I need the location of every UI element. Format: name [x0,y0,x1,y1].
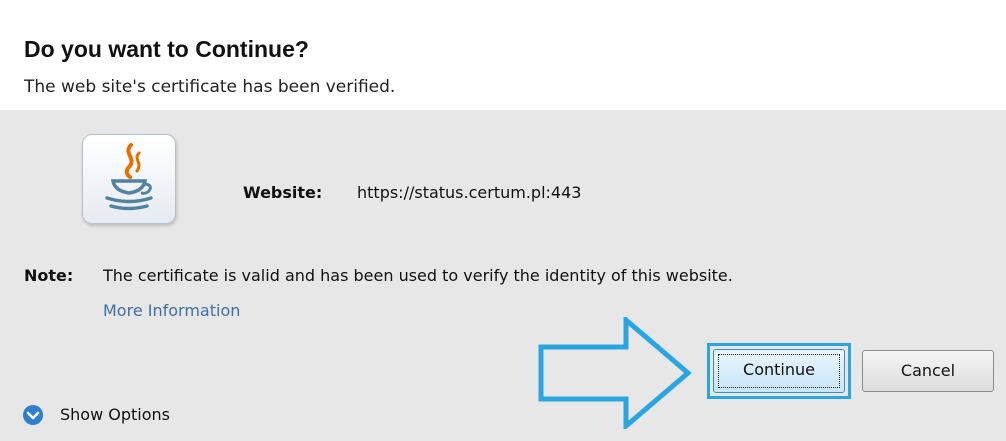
more-information-link[interactable]: More Information [103,301,240,320]
website-url: https://status.certum.pl:443 [357,183,582,202]
cancel-button[interactable]: Cancel [862,350,994,392]
dialog-title: Do you want to Continue? [24,36,309,62]
continue-button[interactable]: Continue [713,349,845,393]
dialog-header: Do you want to Continue? The web site's … [0,0,1006,110]
website-label: Website: [243,183,323,202]
show-options-label: Show Options [60,405,170,424]
dialog-subtitle: The web site's certificate has been veri… [24,77,396,97]
note-label: Note: [24,266,74,285]
arrow-annotation-icon [538,317,692,429]
continue-button-label: Continue [743,360,815,379]
cancel-button-label: Cancel [900,361,956,380]
java-coffee-cup-icon [82,134,176,224]
chevron-down-icon [23,405,43,425]
note-text: The certificate is valid and has been us… [103,266,733,285]
